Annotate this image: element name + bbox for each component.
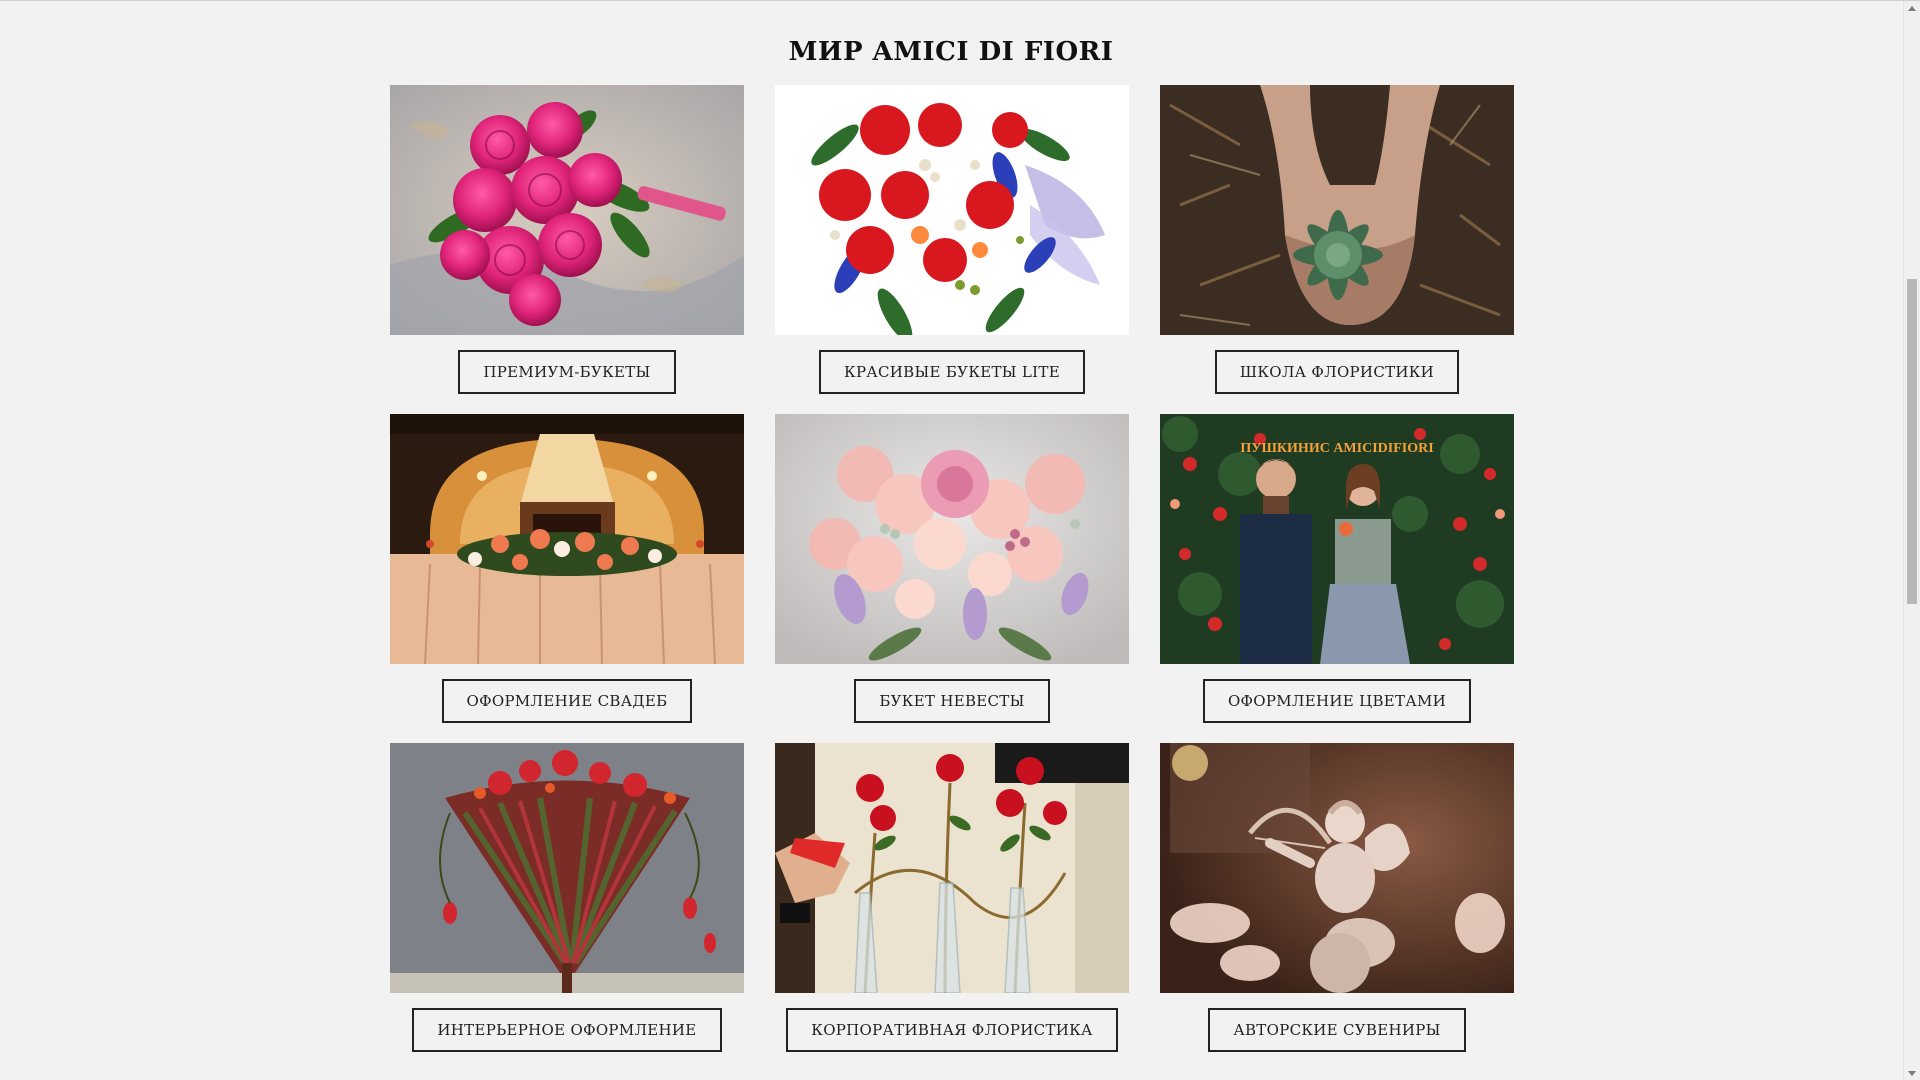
pink-peony-bouquet-image[interactable]: [390, 85, 744, 335]
bridal-bouquet-button[interactable]: БУКЕТ НЕВЕСТЫ: [854, 679, 1050, 723]
leaf-cone-arrangement-image[interactable]: [390, 743, 744, 993]
card-floristry-school[interactable]: ШКОЛА ФЛОРИСТИКИ: [1160, 85, 1514, 394]
scroll-down-icon[interactable]: [1908, 1071, 1916, 1076]
pastel-bridal-bouquet-image[interactable]: [775, 414, 1129, 664]
author-souvenirs-button[interactable]: АВТОРСКИЕ СУВЕНИРЫ: [1208, 1008, 1466, 1052]
interior-decoration-button[interactable]: ИНТЕРЬЕРНОЕ ОФОРМЛЕНИЕ: [412, 1008, 722, 1052]
couple-at-rose-wall-image[interactable]: ПУШКИНИС AMICIDIFIORI: [1160, 414, 1514, 664]
rose-wall-sign: ПУШКИНИС AMICIDIFIORI: [1240, 441, 1433, 456]
section-title: МИР AMICI DI FIORI: [788, 37, 1114, 67]
wedding-decoration-button[interactable]: ОФОРМЛЕНИЕ СВАДЕБ: [441, 679, 693, 723]
floristry-school-button[interactable]: ШКОЛА ФЛОРИСТИКИ: [1214, 350, 1460, 394]
roses-in-vases-image[interactable]: [775, 743, 1129, 993]
card-wedding-decoration[interactable]: ОФОРМЛЕНИЕ СВАДЕБ: [390, 414, 744, 723]
card-premium-bouquets[interactable]: ПРЕМИУМ-БУКЕТЫ: [390, 85, 744, 394]
card-flower-decoration[interactable]: ПУШКИНИС AMICIDIFIORI ОФОРМЛЕНИЕ ЦВЕТАМИ: [1160, 414, 1514, 723]
succulent-in-hands-image[interactable]: [1160, 85, 1514, 335]
corporate-floristry-button[interactable]: КОРПОРАТИВНАЯ ФЛОРИСТИКА: [786, 1008, 1118, 1052]
card-interior-decoration[interactable]: ИНТЕРЬЕРНОЕ ОФОРМЛЕНИЕ: [390, 743, 744, 1052]
wedding-banquet-table-image[interactable]: [390, 414, 744, 664]
red-ranunculus-bouquet-image[interactable]: [775, 85, 1129, 335]
premium-bouquets-button[interactable]: ПРЕМИУМ-БУКЕТЫ: [458, 350, 676, 394]
services-grid: ПРЕМИУМ-БУКЕТЫ КРАСИВЫЕ БУКЕТЫ LITE ШКОЛ…: [390, 85, 1514, 1052]
card-corporate-floristry[interactable]: КОРПОРАТИВНАЯ ФЛОРИСТИКА: [775, 743, 1129, 1052]
lite-bouquets-button[interactable]: КРАСИВЫЕ БУКЕТЫ LITE: [819, 350, 1085, 394]
flower-decoration-button[interactable]: ОФОРМЛЕНИЕ ЦВЕТАМИ: [1202, 679, 1472, 723]
card-bridal-bouquet[interactable]: БУКЕТ НЕВЕСТЫ: [775, 414, 1129, 723]
card-author-souvenirs[interactable]: АВТОРСКИЕ СУВЕНИРЫ: [1160, 743, 1514, 1052]
vertical-scrollbar[interactable]: [1903, 1, 1920, 1080]
scroll-up-icon[interactable]: [1908, 6, 1916, 11]
cupid-figurine-image[interactable]: [1160, 743, 1514, 993]
card-lite-bouquets[interactable]: КРАСИВЫЕ БУКЕТЫ LITE: [775, 85, 1129, 394]
scrollbar-thumb[interactable]: [1907, 279, 1917, 604]
page: МИР AMICI DI FIORI ПРЕМИУМ-БУКЕТЫ КРАСИВ…: [0, 0, 1920, 1080]
